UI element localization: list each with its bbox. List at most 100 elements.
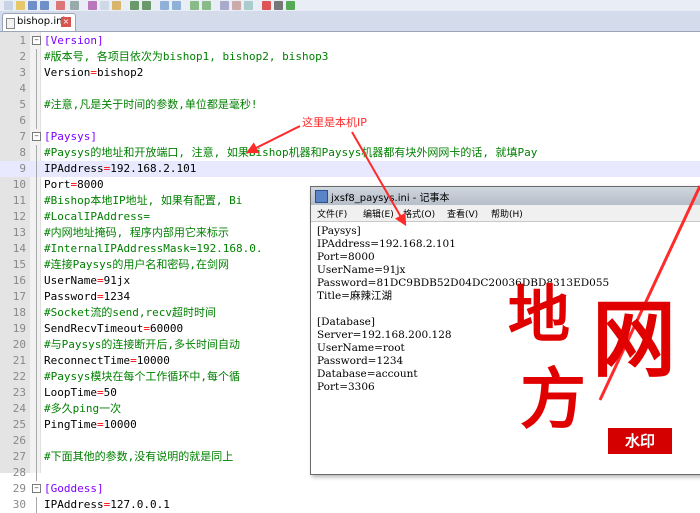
indent-icon[interactable]	[244, 1, 253, 10]
watermark-stamp: 水印	[608, 428, 672, 454]
fold-guide	[36, 417, 37, 433]
fold-guide	[36, 353, 37, 369]
line-number: 5	[19, 98, 26, 111]
ini-value: 60000	[149, 322, 184, 335]
fold-guide	[36, 369, 37, 385]
line-number: 6	[19, 114, 26, 127]
notepad-line: Port=8000	[317, 251, 375, 263]
editor-line[interactable]: 8 #Paysys的地址和开放端口, 注意, 如果Bishop机器和Paysys机…	[0, 145, 700, 161]
ini-equals: =	[96, 274, 104, 287]
ini-key: ReconnectTime	[44, 354, 131, 367]
close-file-icon[interactable]	[56, 1, 65, 10]
save-icon[interactable]	[28, 1, 37, 10]
editor-line[interactable]: 9 IPAddress=192.168.2.101	[0, 161, 700, 177]
close-icon[interactable]: ×	[61, 17, 71, 27]
editor-line[interactable]: 4	[0, 81, 700, 97]
code-text: Password=1234	[44, 289, 130, 305]
zoom-out-icon[interactable]	[202, 1, 211, 10]
replace-icon[interactable]	[172, 1, 181, 10]
copy-icon[interactable]	[100, 1, 109, 10]
fold-toggle-icon[interactable]: −	[32, 132, 41, 141]
fold-guide	[36, 385, 37, 401]
ini-key: IPAddress	[44, 498, 104, 511]
menu-edit[interactable]: 编辑(E)	[363, 207, 394, 220]
macro-stop-icon[interactable]	[274, 1, 283, 10]
line-number: 27	[12, 450, 26, 463]
tab-bishop-ini[interactable]: bishop.ini ×	[2, 13, 76, 31]
code-text: IPAddress=127.0.0.1	[44, 497, 170, 513]
code-text: #Bishop本地IP地址, 如果有配置, Bi	[44, 194, 243, 207]
line-number: 18	[12, 306, 26, 319]
ini-equals: =	[103, 498, 111, 511]
ini-equals: =	[90, 66, 97, 79]
code-text: [Paysys]	[44, 130, 97, 143]
line-number: 17	[12, 290, 26, 303]
zoom-in-icon[interactable]	[190, 1, 199, 10]
fold-guide	[36, 321, 37, 337]
line-number: 16	[12, 274, 26, 287]
find-icon[interactable]	[160, 1, 169, 10]
line-number: 1	[19, 34, 26, 47]
watermark-char-fang: 方	[520, 360, 586, 438]
line-number: 7	[19, 130, 26, 143]
ini-value: 8000	[77, 178, 104, 191]
ini-key: IPAddress	[44, 162, 104, 175]
annotation-label: 这里是本机IP	[302, 116, 367, 129]
document-icon	[6, 18, 15, 29]
line-number: 3	[19, 66, 26, 79]
line-number: 4	[19, 82, 26, 95]
cut-icon[interactable]	[88, 1, 97, 10]
menu-help[interactable]: 帮助(H)	[491, 207, 523, 220]
fold-guide	[36, 241, 37, 257]
code-text: #Paysys的地址和开放端口, 注意, 如果Bishop机器和Paysys机器…	[44, 146, 538, 159]
sync-icon[interactable]	[220, 1, 229, 10]
editor-line[interactable]: 1− [Version]	[0, 33, 700, 49]
fold-toggle-icon[interactable]: −	[32, 484, 41, 493]
ini-key: PingTime	[44, 418, 97, 431]
line-number: 25	[12, 418, 26, 431]
paste-icon[interactable]	[112, 1, 121, 10]
ini-equals: =	[96, 290, 104, 303]
editor-line[interactable]: 30 IPAddress=127.0.0.1	[0, 497, 700, 513]
line-number: 26	[12, 434, 26, 447]
menu-file[interactable]: 文件(F)	[317, 207, 347, 220]
code-text: #Socket流的send,recv超时时间	[44, 306, 216, 319]
macro-record-icon[interactable]	[262, 1, 271, 10]
editor-line[interactable]: 3 Version=bishop2	[0, 65, 700, 81]
fold-guide	[36, 65, 37, 81]
fold-guide	[36, 433, 37, 449]
menu-format[interactable]: 格式(O)	[403, 207, 435, 220]
watermark-char-di: 地	[508, 278, 571, 351]
ini-equals: =	[143, 322, 150, 335]
menu-view[interactable]: 查看(V)	[447, 207, 478, 220]
notepad-title-bar[interactable]: jxsf8_paysys.ini - 记事本	[311, 187, 700, 205]
save-all-icon[interactable]	[40, 1, 49, 10]
fold-toggle-icon[interactable]: −	[32, 36, 41, 45]
ini-equals: =	[96, 386, 104, 399]
ini-equals: =	[96, 418, 104, 431]
macro-play-icon[interactable]	[286, 1, 295, 10]
ini-key: UserName	[44, 274, 97, 287]
code-text: #多久ping一次	[44, 402, 122, 415]
print-icon[interactable]	[70, 1, 79, 10]
line-number: 13	[12, 226, 26, 239]
editor-line[interactable]: 7− [Paysys]	[0, 129, 700, 145]
code-text: #与Paysys的连接断开后,多长时间自动	[44, 338, 240, 351]
redo-icon[interactable]	[142, 1, 151, 10]
editor-line[interactable]: 5 #注意,凡是关于时间的参数,单位都是毫秒!	[0, 97, 700, 113]
editor-line[interactable]: 29− [Goddess]	[0, 481, 700, 497]
open-folder-icon[interactable]	[16, 1, 25, 10]
new-file-icon[interactable]	[4, 1, 13, 10]
undo-icon[interactable]	[130, 1, 139, 10]
line-number: 14	[12, 242, 26, 255]
fold-guide	[36, 81, 37, 97]
ini-key: Port	[44, 178, 71, 191]
line-number: 11	[12, 194, 26, 207]
code-text: IPAddress=192.168.2.101	[44, 161, 196, 177]
notepad-title: jxsf8_paysys.ini - 记事本	[331, 193, 450, 204]
editor-line[interactable]: 2 #版本号, 各项目依次为bishop1, bishop2, bishop3	[0, 49, 700, 65]
wrap-icon[interactable]	[232, 1, 241, 10]
line-number: 10	[12, 178, 26, 191]
code-text: [Goddess]	[44, 482, 104, 495]
code-text: LoopTime=50	[44, 385, 117, 401]
